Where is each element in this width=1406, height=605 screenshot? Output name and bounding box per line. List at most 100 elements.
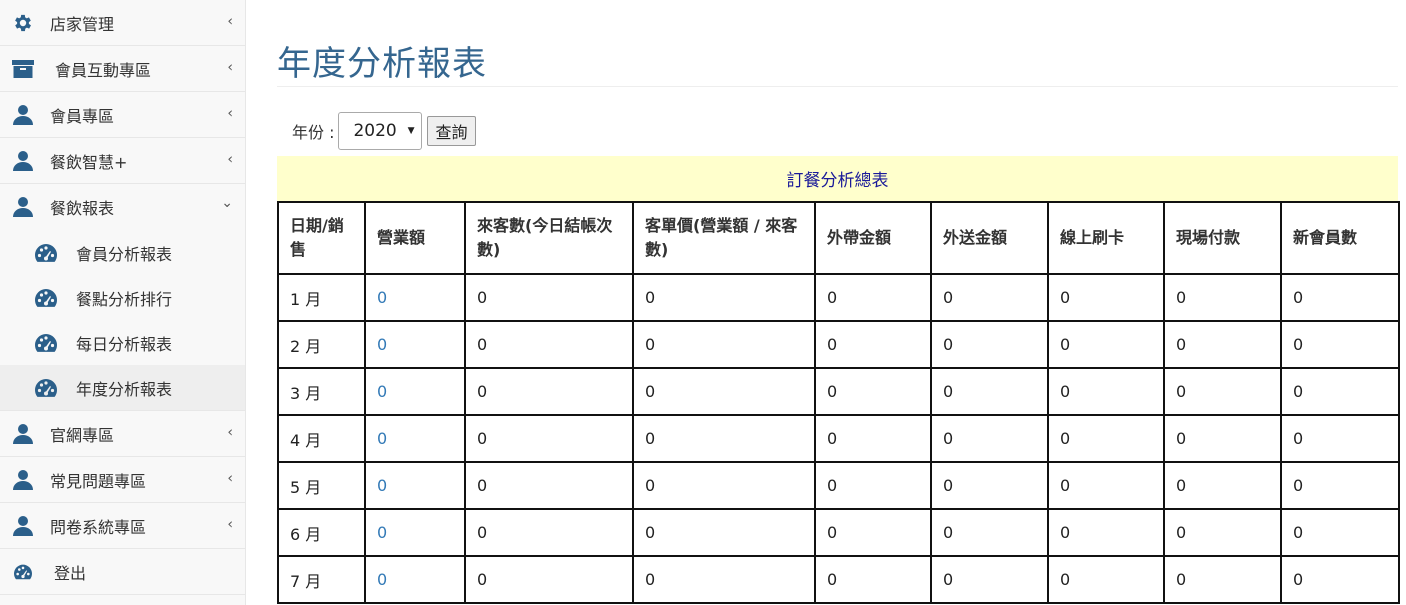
archive-box-icon	[11, 57, 35, 81]
table-cell: 0	[1047, 320, 1165, 369]
table-cell: 0	[930, 555, 1049, 604]
table-cell: 0	[1163, 508, 1282, 557]
sidebar-item-store-management[interactable]: 店家管理 ‹	[0, 0, 245, 46]
table-cell: 0	[1047, 414, 1165, 463]
sidebar-subitem-member-analysis[interactable]: 會員分析報表	[0, 230, 245, 275]
table-cell: 0	[464, 320, 634, 369]
table-row: 5 月 0 0 0 0 0 0 0 0	[277, 461, 1400, 510]
sidebar-subitem-label: 會員分析報表	[76, 244, 173, 264]
table-row: 3 月 0 0 0 0 0 0 0 0	[277, 367, 1400, 416]
table-caption: 訂餐分析總表	[277, 156, 1398, 201]
sidebar-subitem-label: 每日分析報表	[76, 334, 173, 354]
sidebar-item-label: 會員互動專區	[55, 60, 152, 80]
table-cell: 0	[814, 461, 932, 510]
chevron-down-icon: ⌄	[221, 195, 233, 211]
table-cell: 0	[1163, 461, 1282, 510]
column-header: 營業額	[364, 201, 466, 275]
sidebar-section-dining-reports: 餐飲報表 ⌄ 會員分析報表 餐點分析排行 每日分析報表 年度分析報表	[0, 184, 245, 411]
user-icon	[11, 149, 35, 173]
sidebar-subitem-meal-ranking[interactable]: 餐點分析排行	[0, 275, 245, 320]
table-cell: 0	[1280, 461, 1400, 510]
sidebar: 店家管理 ‹ 會員互動專區 ‹ 會員專區 ‹ 餐飲智慧+ ‹ 餐飲報表 ⌄ 會員…	[0, 0, 246, 605]
table-cell: 0	[632, 461, 816, 510]
table-cell: 0	[1163, 555, 1282, 604]
table-cell: 0	[632, 414, 816, 463]
revenue-link[interactable]: 0	[364, 367, 466, 416]
sidebar-item-label: 常見問題專區	[50, 471, 147, 491]
sidebar-item-label: 餐飲智慧+	[50, 152, 128, 172]
column-header: 現場付款	[1163, 201, 1282, 275]
revenue-link[interactable]: 0	[364, 508, 466, 557]
table-cell-month: 5 月	[277, 461, 366, 510]
column-header: 新會員數	[1280, 201, 1400, 275]
sidebar-item-label: 問卷系統專區	[50, 517, 147, 537]
table-cell: 0	[930, 461, 1049, 510]
table-cell: 0	[632, 273, 816, 322]
column-header: 日期/銷售	[277, 201, 366, 275]
sidebar-item-label: 登出	[54, 563, 87, 583]
page-title: 年度分析報表	[277, 44, 487, 84]
table-cell: 0	[1047, 508, 1165, 557]
user-icon	[11, 514, 35, 538]
main-content: 年度分析報表 年份 : 2020 ▼ 查詢 訂餐分析總表 日期/銷售 營業額 來…	[277, 0, 1400, 605]
sidebar-subitem-label: 年度分析報表	[76, 379, 173, 399]
table-cell: 0	[930, 320, 1049, 369]
column-header: 外送金額	[930, 201, 1049, 275]
sidebar-subitem-annual-report[interactable]: 年度分析報表	[0, 365, 245, 410]
annual-report-table: 日期/銷售 營業額 來客數(今日結帳次數) 客單價(營業額 / 來客數) 外帶金…	[277, 201, 1400, 604]
table-cell: 0	[1163, 273, 1282, 322]
table-cell: 0	[464, 367, 634, 416]
sidebar-item-dining-smart[interactable]: 餐飲智慧+ ‹	[0, 138, 245, 184]
user-icon	[11, 422, 35, 446]
table-cell: 0	[1047, 367, 1165, 416]
column-header: 線上刷卡	[1047, 201, 1165, 275]
table-cell: 0	[814, 320, 932, 369]
chevron-left-icon: ‹	[227, 104, 233, 121]
title-divider	[277, 86, 1398, 87]
table-cell: 0	[814, 273, 932, 322]
table-cell: 0	[1280, 555, 1400, 604]
query-button[interactable]: 查詢	[427, 116, 476, 146]
dashboard-icon	[33, 377, 59, 399]
year-select[interactable]: 2020 ▼	[338, 112, 423, 150]
sidebar-item-dining-reports[interactable]: 餐飲報表 ⌄	[0, 184, 245, 230]
table-cell: 0	[814, 508, 932, 557]
table-cell: 0	[1047, 555, 1165, 604]
sidebar-item-survey-zone[interactable]: 問卷系統專區 ‹	[0, 503, 245, 549]
user-icon	[11, 195, 35, 219]
table-cell: 0	[632, 555, 816, 604]
sidebar-item-member-zone[interactable]: 會員專區 ‹	[0, 92, 245, 138]
sidebar-item-logout[interactable]: 登出	[0, 549, 245, 595]
table-cell: 0	[814, 414, 932, 463]
table-cell: 0	[632, 320, 816, 369]
table-row: 2 月 0 0 0 0 0 0 0 0	[277, 320, 1400, 369]
revenue-link[interactable]: 0	[364, 461, 466, 510]
sidebar-item-website-zone[interactable]: 官網專區 ‹	[0, 411, 245, 457]
user-icon	[11, 468, 35, 492]
dashboard-icon	[11, 560, 35, 584]
revenue-link[interactable]: 0	[364, 320, 466, 369]
table-row: 7 月 0 0 0 0 0 0 0 0	[277, 555, 1400, 604]
table-cell: 0	[632, 508, 816, 557]
sidebar-item-member-interaction[interactable]: 會員互動專區 ‹	[0, 46, 245, 92]
table-cell: 0	[632, 367, 816, 416]
table-cell-month: 1 月	[277, 273, 366, 322]
table-cell: 0	[1163, 367, 1282, 416]
table-cell-month: 4 月	[277, 414, 366, 463]
table-cell: 0	[464, 508, 634, 557]
sidebar-item-faq-zone[interactable]: 常見問題專區 ‹	[0, 457, 245, 503]
year-label: 年份 :	[292, 123, 335, 142]
user-icon	[11, 103, 35, 127]
chevron-left-icon: ‹	[227, 58, 233, 75]
table-cell: 0	[930, 367, 1049, 416]
sidebar-subitem-label: 餐點分析排行	[76, 289, 173, 309]
table-cell: 0	[1280, 367, 1400, 416]
sidebar-subitem-daily-report[interactable]: 每日分析報表	[0, 320, 245, 365]
revenue-link[interactable]: 0	[364, 273, 466, 322]
column-header: 客單價(營業額 / 來客數)	[632, 201, 816, 275]
revenue-link[interactable]: 0	[364, 414, 466, 463]
table-cell: 0	[1163, 414, 1282, 463]
dashboard-icon	[33, 242, 59, 264]
table-cell: 0	[930, 273, 1049, 322]
revenue-link[interactable]: 0	[364, 555, 466, 604]
